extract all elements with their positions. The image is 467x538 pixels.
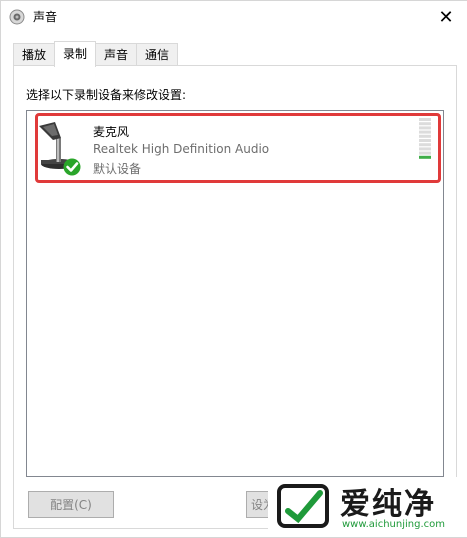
- close-button[interactable]: ✕: [431, 3, 461, 31]
- tab-strip: 播放 录制 声音 通信: [13, 41, 179, 67]
- list-item[interactable]: 麦克风 Realtek High Definition Audio 默认设备: [27, 113, 441, 183]
- level-meter-segment: [419, 151, 431, 155]
- device-list[interactable]: 麦克风 Realtek High Definition Audio 默认设备: [26, 110, 444, 477]
- device-driver: Realtek High Definition Audio: [93, 142, 270, 156]
- level-meter-segment: [419, 147, 431, 151]
- microphone-icon: [39, 122, 81, 176]
- speaker-icon: [9, 9, 25, 25]
- sound-dialog-window: 声音 ✕ 播放 录制 声音 通信 选择以下录制设备来修改设置: 麦克风 Real…: [0, 0, 467, 538]
- tab-sounds[interactable]: 声音: [95, 43, 138, 66]
- watermark-text: 爱纯净: [340, 487, 436, 522]
- level-meter-segment: [419, 139, 431, 142]
- device-name: 麦克风: [93, 125, 130, 139]
- configure-button[interactable]: 配置(C): [28, 491, 114, 518]
- watermark: 爱纯净 www.aichunjing.com: [268, 477, 467, 537]
- level-meter-segment: [419, 122, 431, 126]
- tab-communications[interactable]: 通信: [136, 43, 179, 66]
- instruction-text: 选择以下录制设备来修改设置:: [26, 88, 187, 102]
- watermark-url: www.aichunjing.com: [342, 519, 445, 530]
- level-meter-segment: [419, 143, 431, 147]
- level-meter-segment: [419, 130, 431, 134]
- level-meter: [419, 118, 431, 159]
- tab-playback[interactable]: 播放: [13, 43, 56, 66]
- window-title: 声音: [33, 10, 58, 24]
- tab-recording[interactable]: 录制: [54, 41, 97, 67]
- level-meter-segment: [419, 155, 431, 159]
- device-status: 默认设备: [93, 162, 142, 176]
- level-meter-segment: [419, 118, 431, 121]
- close-icon: ✕: [438, 6, 454, 28]
- level-meter-segment: [419, 134, 431, 138]
- recording-panel: 选择以下录制设备来修改设置: 麦克风 Realtek High Definiti…: [13, 65, 457, 529]
- logo-icon: [277, 484, 329, 528]
- level-meter-segment: [419, 126, 431, 130]
- title-bar[interactable]: 声音 ✕: [1, 1, 467, 33]
